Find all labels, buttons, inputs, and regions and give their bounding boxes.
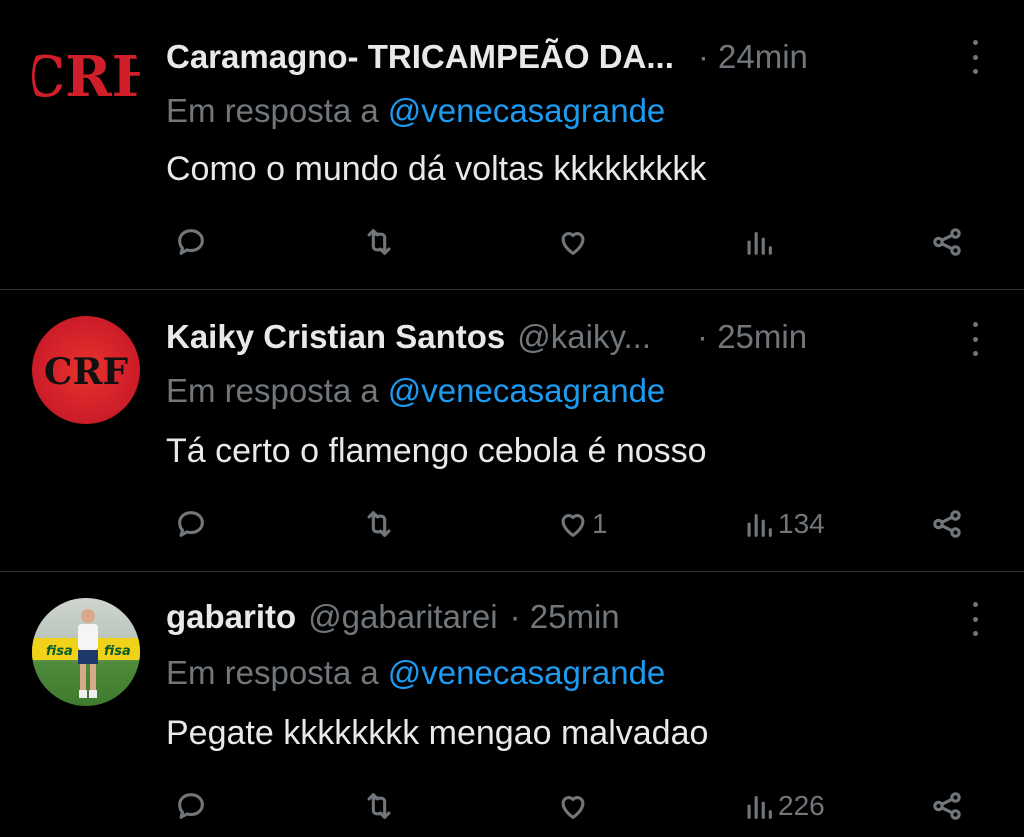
reply-prefix: Em resposta a [166,372,379,409]
retweet-icon [367,511,391,537]
flamengo-logo-icon: CRF [32,44,140,110]
like-button[interactable]: 1 [556,504,608,544]
avatar[interactable]: fisa fisa [32,598,140,706]
timestamp[interactable]: · 25min [510,598,620,636]
reply-button[interactable] [174,222,208,262]
banner-lettering: fisa [46,644,73,659]
retweet-button[interactable] [362,504,396,544]
share-icon [933,510,961,538]
author-name[interactable]: Kaiky Cristian Santos [166,318,505,356]
reply-context: Em resposta a @venecasagrande [166,654,984,692]
views-button[interactable]: 226 [742,786,825,826]
views-icon [747,513,772,537]
flamengo-logo-icon: CRF [44,351,129,393]
share-button[interactable] [930,222,964,262]
banner-lettering: fisa [104,644,131,659]
retweet-icon [367,229,391,255]
share-button[interactable] [930,786,964,826]
like-icon [561,514,585,537]
timestamp[interactable]: · 24min [698,38,808,76]
views-count: 226 [778,790,825,821]
tweet[interactable]: CRF Caramagno- TRICAMPEÃO DA... · 24min … [0,0,1024,290]
reply-context: Em resposta a @venecasagrande [166,372,984,410]
retweet-icon [367,793,391,819]
reply-icon [178,229,204,255]
action-bar: 226 [166,786,984,826]
like-count: 1 [592,508,608,539]
share-button[interactable] [930,504,964,544]
author-handle[interactable]: @kaiky... [517,318,651,356]
timestamp[interactable]: · 25min [697,318,807,356]
tweet-text: Pegate kkkkkkkk mengao malvadao [166,714,709,752]
share-icon [933,792,961,820]
like-icon [561,232,585,255]
views-icon [747,795,772,819]
tweet-feed: CRF Caramagno- TRICAMPEÃO DA... · 24min … [0,0,1024,837]
reply-prefix: Em resposta a [166,654,379,691]
tweet[interactable]: fisa fisa gabarito @gabaritarei · 25min … [0,572,1024,837]
more-icon[interactable] [970,40,980,74]
views-button[interactable] [742,222,778,262]
reply-context: Em resposta a @venecasagrande [166,92,984,130]
reply-mention-link[interactable]: @venecasagrande [388,92,666,130]
more-icon[interactable] [970,322,980,356]
action-bar [166,222,984,262]
reply-prefix: Em resposta a [166,92,379,129]
reply-button[interactable] [174,786,208,826]
views-icon [747,231,772,255]
avatar[interactable]: CRF [32,22,140,130]
author-name[interactable]: gabarito [166,598,296,636]
action-bar: 1 134 [166,504,984,544]
like-icon [561,796,585,819]
reply-icon [178,793,204,819]
more-icon[interactable] [970,602,980,636]
logo-lettering: CRF [32,44,140,110]
reply-icon [178,511,204,537]
reply-mention-link[interactable]: @venecasagrande [388,372,666,410]
like-button[interactable] [556,786,592,826]
reply-mention-link[interactable]: @venecasagrande [388,654,666,692]
views-count: 134 [778,508,825,539]
retweet-button[interactable] [362,222,396,262]
logo-lettering: CRF [44,351,129,393]
author-handle[interactable]: @gabaritarei [308,598,497,636]
share-icon [933,228,961,256]
tweet[interactable]: CRF Kaiky Cristian Santos @kaiky... · 25… [0,290,1024,572]
tweet-text: Tá certo o flamengo cebola é nosso [166,432,707,470]
retweet-button[interactable] [362,786,396,826]
tweet-text: Como o mundo dá voltas kkkkkkkkk [166,150,707,188]
views-button[interactable]: 134 [742,504,825,544]
reply-button[interactable] [174,504,208,544]
like-button[interactable] [556,222,592,262]
author-name[interactable]: Caramagno- TRICAMPEÃO DA... [166,38,674,76]
player-photo: fisa fisa [32,609,140,698]
avatar[interactable]: CRF [32,316,140,424]
